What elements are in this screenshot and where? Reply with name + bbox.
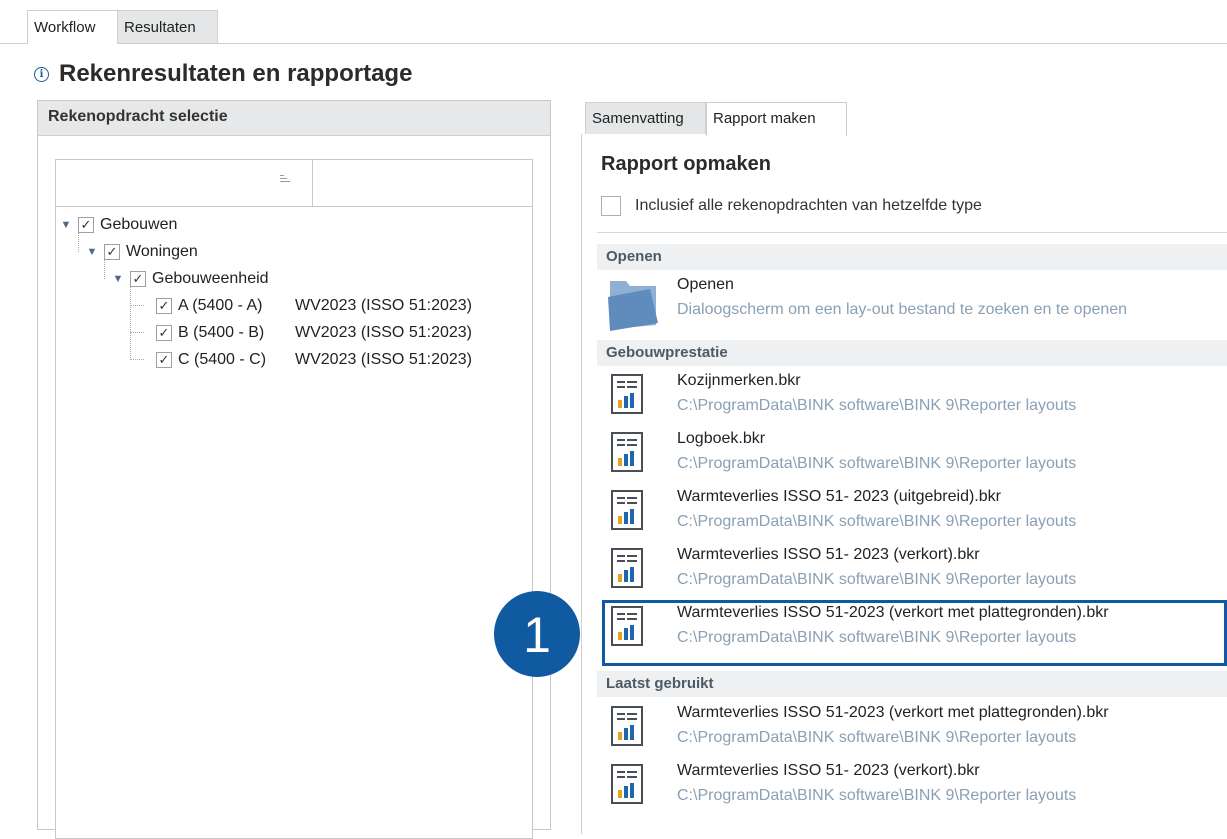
column-divider — [312, 160, 313, 206]
tree-connector — [130, 286, 131, 358]
tree-connector — [130, 359, 144, 360]
chevron-down-icon[interactable]: ▼ — [60, 219, 72, 231]
tree-row-label: Gebouwen — [100, 215, 178, 233]
tree-row-label: Woningen — [126, 242, 198, 260]
callout-badge: 1 — [494, 591, 580, 677]
report-layout-icon — [611, 432, 643, 472]
tab-samenvatting[interactable]: Samenvatting — [585, 102, 706, 135]
tree-column-header — [56, 160, 532, 207]
tree-row-unit-b[interactable]: ✓ B (5400 - B) WV2023 (ISSO 51:2023) — [156, 319, 526, 346]
report-layout-icon — [611, 706, 643, 746]
chevron-down-icon[interactable]: ▼ — [86, 246, 98, 258]
include-all-label[interactable]: Inclusief alle rekenopdrachten van hetze… — [635, 197, 982, 215]
tree-row-value: WV2023 (ISSO 51:2023) — [295, 296, 472, 314]
tree-connector — [130, 332, 144, 333]
item-path: C:\ProgramData\BINK software\BINK 9\Repo… — [677, 455, 1077, 472]
item-path: C:\ProgramData\BINK software\BINK 9\Repo… — [677, 397, 1077, 414]
info-circle-icon[interactable]: i — [34, 66, 49, 82]
item-name: Openen — [677, 276, 734, 293]
checkbox[interactable]: ✓ — [156, 297, 172, 314]
tree-row-label: C (5400 - C) — [178, 350, 267, 368]
item-name: Warmteverlies ISSO 51-2023 (verkort met … — [677, 604, 1109, 621]
item-name: Logboek.bkr — [677, 430, 766, 447]
item-path: C:\ProgramData\BINK software\BINK 9\Repo… — [677, 729, 1077, 746]
page-title: Rekenresultaten en rapportage — [59, 60, 413, 87]
panel-header: Rekenopdracht selectie — [38, 101, 550, 136]
selection-tree: ▼ ✓ Gebouwen ▼ ✓ Woningen ▼ ✓ Gebouweenh… — [55, 159, 533, 839]
chevron-down-icon[interactable]: ▼ — [112, 273, 124, 285]
item-path: C:\ProgramData\BINK software\BINK 9\Repo… — [677, 571, 1077, 588]
layout-item[interactable]: Logboek.bkr C:\ProgramData\BINK software… — [602, 426, 1227, 484]
tree-row-gebouwen[interactable]: ▼ ✓ Gebouwen — [60, 211, 177, 238]
checkbox[interactable]: ✓ — [78, 216, 94, 233]
item-path: C:\ProgramData\BINK software\BINK 9\Repo… — [677, 787, 1077, 804]
report-layout-icon — [611, 374, 643, 414]
item-path: C:\ProgramData\BINK software\BINK 9\Repo… — [677, 629, 1077, 646]
report-layout-icon — [611, 490, 643, 530]
report-layout-icon — [611, 548, 643, 588]
checkbox[interactable]: ✓ — [104, 243, 120, 260]
rapport-title: Rapport opmaken — [601, 153, 772, 175]
panel-header-title: Rekenopdracht selectie — [48, 108, 228, 125]
tab-rapport-maken[interactable]: Rapport maken — [706, 102, 847, 136]
tree-row-value: WV2023 (ISSO 51:2023) — [295, 323, 472, 341]
item-name: Warmteverlies ISSO 51- 2023 (verkort).bk… — [677, 762, 980, 779]
page-header: i Rekenresultaten en rapportage — [34, 58, 412, 90]
report-layout-icon — [611, 764, 643, 804]
item-name: Warmteverlies ISSO 51-2023 (verkort met … — [677, 704, 1109, 721]
item-description: Dialoogscherm om een lay-out bestand te … — [677, 301, 1128, 318]
tree-row-label: Gebouweenheid — [152, 269, 269, 287]
group-header-gebouwprestatie: Gebouwprestatie — [597, 340, 1227, 366]
group-header-openen: Openen — [597, 244, 1227, 270]
tree-row-label: B (5400 - B) — [178, 323, 265, 341]
recent-layout-item[interactable]: Warmteverlies ISSO 51- 2023 (verkort).bk… — [602, 758, 1227, 816]
checkbox[interactable]: ✓ — [130, 270, 146, 287]
tree-row-woningen[interactable]: ▼ ✓ Woningen — [86, 238, 198, 265]
tree-row-unit-a[interactable]: ✓ A (5400 - A) WV2023 (ISSO 51:2023) — [156, 292, 526, 319]
group-header-laatst-gebruikt: Laatst gebruikt — [597, 671, 1227, 697]
divider — [597, 232, 1227, 233]
layout-item[interactable]: Warmteverlies ISSO 51- 2023 (verkort).bk… — [602, 542, 1227, 600]
tree-row-label: A (5400 - A) — [178, 296, 263, 314]
layout-item[interactable]: Warmteverlies ISSO 51- 2023 (uitgebreid)… — [602, 484, 1227, 542]
checkbox[interactable]: ✓ — [156, 351, 172, 368]
tree-row-value: WV2023 (ISSO 51:2023) — [295, 350, 472, 368]
item-name: Warmteverlies ISSO 51- 2023 (verkort).bk… — [677, 546, 980, 563]
open-layout-item[interactable]: Openen Dialoogscherm om een lay-out best… — [602, 272, 1227, 331]
tree-row-gebouweenheid[interactable]: ▼ ✓ Gebouweenheid — [112, 265, 269, 292]
recent-layout-item[interactable]: Warmteverlies ISSO 51-2023 (verkort met … — [602, 700, 1227, 758]
rekenopdracht-panel: Rekenopdracht selectie ▼ ✓ Gebouwen ▼ ✓ … — [37, 100, 551, 839]
tab-workflow[interactable]: Workflow — [27, 10, 118, 44]
folder-icon — [608, 281, 658, 331]
layout-item[interactable]: Kozijnmerken.bkr C:\ProgramData\BINK sof… — [602, 368, 1227, 426]
report-layout-icon — [611, 606, 643, 646]
checkbox[interactable]: ✓ — [156, 324, 172, 341]
tree-row-unit-c[interactable]: ✓ C (5400 - C) WV2023 (ISSO 51:2023) — [156, 346, 526, 373]
tree-connector — [130, 305, 144, 306]
layout-item-highlighted[interactable]: Warmteverlies ISSO 51-2023 (verkort met … — [602, 600, 1227, 666]
item-name: Kozijnmerken.bkr — [677, 372, 801, 389]
sort-icon[interactable] — [280, 175, 292, 187]
tab-resultaten[interactable]: Resultaten — [117, 10, 218, 43]
include-all-checkbox[interactable] — [601, 196, 621, 216]
item-name: Warmteverlies ISSO 51- 2023 (uitgebreid)… — [677, 488, 1001, 505]
item-path: C:\ProgramData\BINK software\BINK 9\Repo… — [677, 513, 1077, 530]
